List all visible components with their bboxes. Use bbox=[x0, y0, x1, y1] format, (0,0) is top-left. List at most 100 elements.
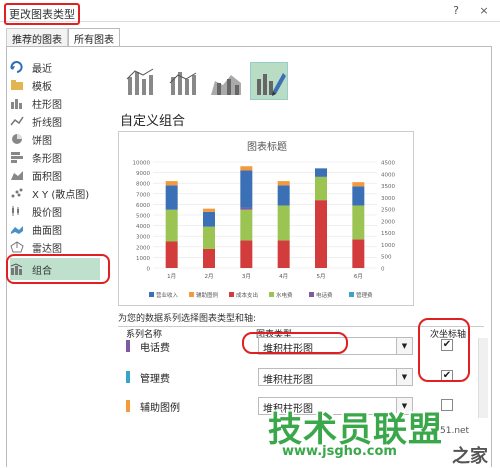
watermark-zhi: 之家 bbox=[452, 446, 488, 467]
annotation-oval-type bbox=[242, 332, 348, 354]
line-chart-icon bbox=[10, 116, 24, 126]
sidebar-item-label: X Y (散点图) bbox=[32, 189, 90, 201]
y2-tick-label: 4000 bbox=[381, 172, 395, 178]
legend-label: 成本支出 bbox=[236, 291, 258, 299]
bar-segment bbox=[165, 185, 178, 210]
chart-svg: 图表标题010002000300040005000600070008000900… bbox=[133, 140, 396, 299]
legend-label: 电话费 bbox=[316, 291, 333, 299]
combo-subtype-1-button[interactable] bbox=[120, 62, 158, 100]
close-button[interactable]: × bbox=[476, 3, 492, 19]
bar-segment bbox=[203, 211, 215, 227]
scatter-chart-icon bbox=[11, 188, 23, 198]
bar-segment bbox=[240, 207, 253, 210]
y-tick-label: 1000 bbox=[136, 256, 150, 262]
x-tick-label: 2月 bbox=[205, 273, 214, 280]
sidebar-item-stock[interactable]: 股价图 bbox=[10, 202, 105, 220]
sidebar-item-surface[interactable]: 曲面图 bbox=[10, 220, 105, 238]
chevron-down-icon[interactable]: ▼ bbox=[396, 338, 412, 354]
annotation-circle bbox=[6, 254, 110, 284]
legend-label: 辅助图例 bbox=[196, 291, 219, 299]
y-tick-label: 5000 bbox=[136, 214, 150, 220]
series-prompt: 为您的数据系列选择图表类型和轴: bbox=[118, 314, 257, 324]
sidebar-item-bar[interactable]: 条形图 bbox=[10, 148, 105, 166]
surface-chart-icon bbox=[11, 226, 23, 234]
tab-recommended[interactable]: 推荐的图表 bbox=[6, 28, 68, 46]
sidebar-item-label: 饼图 bbox=[32, 135, 52, 147]
bar-segment bbox=[277, 181, 290, 186]
combo-subtype-3-button[interactable] bbox=[206, 62, 244, 100]
stock-chart-icon bbox=[12, 206, 19, 216]
chart-title: 图表标题 bbox=[247, 140, 287, 153]
legend-label: 管理费 bbox=[356, 291, 373, 299]
sidebar-item-label: 最近 bbox=[32, 63, 52, 75]
legend-swatch bbox=[349, 292, 354, 297]
y2-tick-label: 1000 bbox=[381, 243, 395, 249]
bar-segment bbox=[352, 182, 365, 187]
series-name: 管理费 bbox=[140, 374, 170, 385]
help-button[interactable]: ? bbox=[448, 3, 464, 19]
section-title: 自定义组合 bbox=[120, 114, 186, 129]
sidebar-item-label: 柱形图 bbox=[32, 99, 62, 111]
y2-tick-label: 4500 bbox=[381, 161, 395, 167]
legend-swatch bbox=[189, 292, 194, 297]
chevron-down-icon[interactable]: ▼ bbox=[396, 369, 412, 385]
sidebar-item-pie[interactable]: 饼图 bbox=[10, 130, 105, 148]
y2-tick-label: 3500 bbox=[381, 184, 395, 190]
sidebar-item-label: 股价图 bbox=[32, 207, 62, 219]
legend-swatch bbox=[229, 292, 234, 297]
chart-type-value: 堆积柱形图 bbox=[263, 375, 313, 386]
sidebar-item-label: 雷达图 bbox=[32, 243, 62, 255]
y-tick-label: 2000 bbox=[136, 245, 150, 251]
bar-segment bbox=[315, 200, 327, 268]
bar-chart-icon bbox=[11, 152, 23, 163]
area-chart-icon bbox=[11, 171, 23, 180]
dialog-title: 更改图表类型 bbox=[4, 3, 80, 25]
bar-segment bbox=[277, 240, 290, 268]
bar-segment bbox=[277, 205, 290, 241]
sidebar-item-column[interactable]: 柱形图 bbox=[10, 94, 105, 112]
sidebar-item-label: 模板 bbox=[32, 81, 52, 93]
bar-segment bbox=[352, 205, 365, 240]
legend-swatch bbox=[269, 292, 274, 297]
column-chart-icon bbox=[11, 99, 22, 109]
bar-segment bbox=[315, 168, 327, 177]
folder-icon bbox=[11, 80, 23, 90]
bar-segment bbox=[240, 166, 253, 171]
x-tick-label: 6月 bbox=[354, 273, 363, 280]
y-tick-label: 3000 bbox=[136, 235, 150, 241]
combo-subtype-2-button[interactable] bbox=[163, 62, 201, 100]
sidebar-item-recent[interactable]: 最近 bbox=[10, 58, 105, 76]
radar-chart-icon bbox=[10, 241, 24, 253]
bar-segment bbox=[240, 240, 253, 268]
bar-segment bbox=[165, 241, 178, 268]
series-name: 电话费 bbox=[140, 343, 170, 354]
tab-all-charts[interactable]: 所有图表 bbox=[68, 28, 120, 46]
bar-segment bbox=[240, 209, 253, 241]
sidebar-item-label: 面积图 bbox=[32, 171, 62, 183]
custom-combo-icon bbox=[257, 73, 286, 96]
bar-segment bbox=[203, 248, 215, 268]
series-color-swatch bbox=[126, 400, 130, 412]
bar-segment bbox=[352, 239, 365, 268]
bar-segment bbox=[165, 209, 178, 242]
sidebar-item-scatter[interactable]: X Y (散点图) bbox=[10, 184, 105, 202]
sidebar-item-line[interactable]: 折线图 bbox=[10, 112, 105, 130]
series-color-swatch bbox=[126, 340, 130, 352]
chart-type-select[interactable]: 堆积柱形图 ▼ bbox=[258, 368, 413, 386]
y-tick-label: 4000 bbox=[136, 224, 150, 230]
annotation-oval-axis bbox=[418, 318, 470, 382]
stacked-area-column-icon bbox=[211, 75, 241, 95]
watermark-fragment: 51.net bbox=[440, 426, 470, 436]
bar-segment bbox=[352, 186, 365, 206]
x-tick-label: 3月 bbox=[242, 273, 251, 280]
y2-tick-label: 0 bbox=[381, 267, 385, 273]
y-tick-label: 0 bbox=[147, 267, 151, 273]
series-color-swatch bbox=[126, 371, 130, 383]
sidebar-item-template[interactable]: 模板 bbox=[10, 76, 105, 94]
bar-segment bbox=[277, 185, 290, 206]
combo-subtype-custom-button[interactable] bbox=[250, 62, 288, 100]
grid-scrollbar[interactable] bbox=[478, 338, 488, 418]
y2-tick-label: 2500 bbox=[381, 208, 395, 214]
sidebar-item-area[interactable]: 面积图 bbox=[10, 166, 105, 184]
clustered-column-line-icon bbox=[126, 68, 154, 95]
